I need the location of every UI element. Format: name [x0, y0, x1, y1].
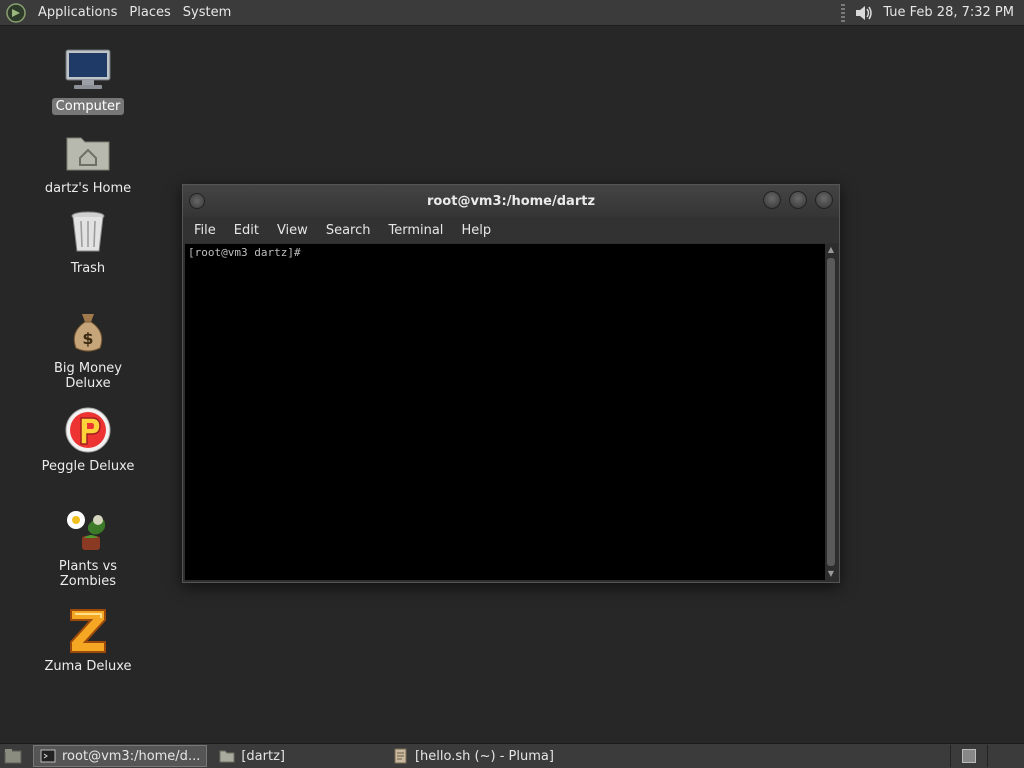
workspace-1[interactable]: [950, 745, 987, 767]
menu-help[interactable]: Help: [454, 223, 502, 238]
desktop-icon-zuma[interactable]: Zuma Deluxe: [28, 606, 148, 675]
desktop-icon-label: Computer: [51, 98, 125, 115]
speaker-icon[interactable]: [853, 3, 875, 23]
desktop-icon-label: Trash: [70, 261, 106, 276]
taskbar-pluma[interactable]: [hello.sh (~) - Pluma]: [387, 745, 560, 767]
desktop-icon-label: Plants vs Zombies: [58, 559, 118, 589]
workspace-switcher: [950, 745, 1024, 767]
terminal-window[interactable]: root@vm3:/home/dartz File Edit View Sear…: [182, 184, 840, 583]
terminal-icon: [40, 749, 56, 763]
peggle-icon: [65, 407, 111, 453]
desktop-icon-label: Peggle Deluxe: [41, 459, 135, 474]
terminal-menubar: File Edit View Search Terminal Help: [183, 217, 839, 243]
desktop-icon-computer[interactable]: Computer: [28, 46, 148, 115]
desktop-icon-home[interactable]: dartz's Home: [28, 128, 148, 197]
scroll-up-arrow-icon[interactable]: ▲: [825, 244, 837, 256]
desktop-icon-peggle[interactable]: Peggle Deluxe: [28, 406, 148, 475]
window-menu-button[interactable]: [189, 193, 205, 209]
desktop-icon-label: Big Money Deluxe: [53, 361, 122, 391]
menu-terminal[interactable]: Terminal: [381, 223, 454, 238]
taskbar-terminal[interactable]: root@vm3:/home/d...: [33, 745, 208, 767]
taskbar-label: [hello.sh (~) - Pluma]: [414, 748, 554, 764]
workspace-2[interactable]: [987, 745, 1024, 767]
text-editor-icon: [394, 748, 407, 764]
minimize-button[interactable]: [763, 191, 781, 209]
maximize-button[interactable]: [789, 191, 807, 209]
top-panel: Applications Places System Tue Feb 28, 7…: [0, 0, 1024, 26]
window-titlebar[interactable]: root@vm3:/home/dartz: [183, 185, 839, 217]
menu-search[interactable]: Search: [319, 223, 382, 238]
desktop-icon-pvz[interactable]: Plants vs Zombies: [28, 506, 148, 590]
folder-icon: [219, 750, 235, 763]
clock[interactable]: Tue Feb 28, 7:32 PM: [883, 5, 1014, 20]
system-menu[interactable]: System: [177, 5, 237, 20]
terminal-prompt: [root@vm3 dartz]#: [188, 246, 301, 259]
menu-file[interactable]: File: [187, 223, 227, 238]
menu-view[interactable]: View: [270, 223, 319, 238]
panel-grip[interactable]: [841, 3, 846, 22]
zuma-icon: [70, 609, 106, 653]
taskbar-folder[interactable]: [dartz]: [213, 745, 291, 767]
desktop-icon-label: Zuma Deluxe: [44, 659, 132, 674]
terminal-scrollbar[interactable]: ▲ ▼: [825, 244, 837, 580]
plants-vs-zombies-icon: [67, 511, 106, 550]
terminal-output[interactable]: [root@vm3 dartz]# ▲ ▼: [185, 244, 837, 580]
applications-menu[interactable]: Applications: [32, 5, 123, 20]
desktop-icon-trash[interactable]: Trash: [28, 208, 148, 277]
taskbar-label: root@vm3:/home/d...: [62, 748, 201, 764]
scroll-thumb[interactable]: [827, 258, 835, 566]
window-title: root@vm3:/home/dartz: [426, 193, 596, 209]
home-folder-icon: [66, 137, 110, 171]
close-button[interactable]: [815, 191, 833, 209]
desktop-icon-big-money[interactable]: $ Big Money Deluxe: [28, 308, 148, 392]
mate-logo-icon[interactable]: [6, 2, 26, 23]
trash-icon: [71, 211, 105, 252]
show-desktop-icon[interactable]: [3, 746, 23, 766]
desktop-icon-label: dartz's Home: [44, 181, 132, 196]
svg-text:$: $: [82, 329, 93, 348]
computer-icon: [65, 49, 111, 89]
menu-edit[interactable]: Edit: [227, 223, 270, 238]
scroll-down-arrow-icon[interactable]: ▼: [825, 568, 837, 580]
bottom-panel: root@vm3:/home/d... [dartz] [hello.sh (~…: [0, 743, 1024, 768]
taskbar-label: [dartz]: [241, 748, 285, 764]
places-menu[interactable]: Places: [123, 5, 176, 20]
money-bag-icon: $: [73, 314, 103, 352]
